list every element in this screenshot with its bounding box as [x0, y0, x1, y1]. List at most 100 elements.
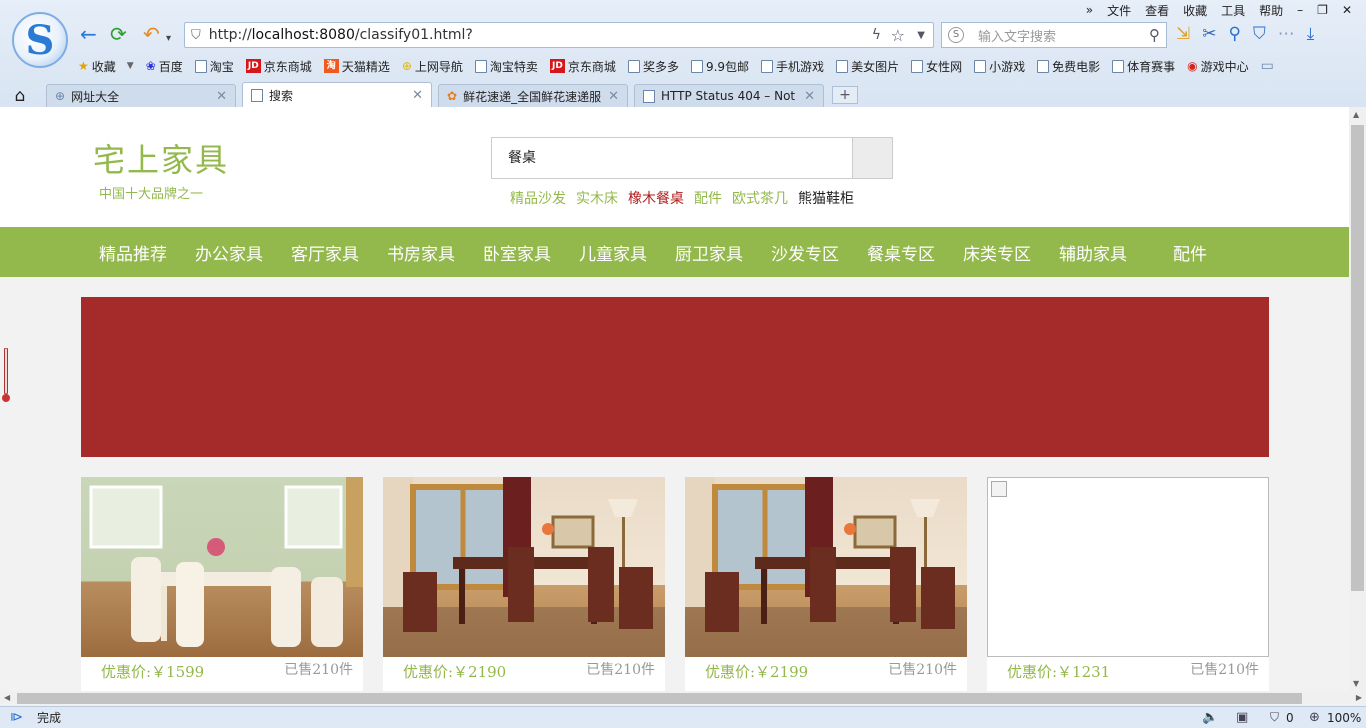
address-dropdown-icon[interactable]: ▼ — [917, 30, 925, 41]
bookmark-baidu[interactable]: ❀ 百度 — [146, 58, 183, 75]
close-tab-icon[interactable]: ✕ — [608, 89, 619, 104]
nav-item[interactable]: 客厅家具 — [291, 240, 359, 265]
tab-404[interactable]: HTTP Status 404 – Not ✕ — [634, 84, 824, 107]
product-card[interactable]: 优惠价:￥2190 已售210件 — [383, 477, 665, 691]
nav-item[interactable]: 厨卫家具 — [675, 240, 743, 265]
cut-tool-icon[interactable]: ✂ — [1202, 24, 1216, 44]
nav-item[interactable]: 精品推荐 — [99, 240, 167, 265]
scroll-down-icon[interactable]: ▼ — [1353, 679, 1359, 688]
hot-keyword[interactable]: 实木床 — [576, 188, 618, 208]
nav-item[interactable]: 沙发专区 — [771, 240, 839, 265]
product-image[interactable] — [685, 477, 967, 657]
nav-item[interactable]: 办公家具 — [195, 240, 263, 265]
browser-search-box[interactable]: S 输入文字搜索 ⚲ — [941, 22, 1167, 48]
bookmark-9-9[interactable]: 9.9包邮 — [690, 58, 749, 75]
horizontal-scrollbar[interactable]: ◀ ▶ — [0, 691, 1366, 706]
restore-icon[interactable]: ❐ — [1317, 3, 1328, 17]
site-search-button[interactable] — [852, 138, 892, 178]
nav-item[interactable]: 辅助家具 — [1059, 240, 1127, 265]
sidebar-toggle-icon[interactable]: ⧐ — [10, 710, 23, 725]
bookmark-jd[interactable]: JD 京东商城 — [245, 58, 312, 75]
vertical-scroll-thumb[interactable] — [1351, 125, 1364, 591]
menu-view[interactable]: 查看 — [1145, 2, 1169, 19]
menu-file[interactable]: 文件 — [1107, 2, 1131, 19]
undo-close-icon[interactable]: ↶ — [143, 24, 160, 44]
bookmark-taobao-sale[interactable]: 淘宝特卖 — [474, 58, 538, 75]
hot-keyword[interactable]: 橡木餐桌 — [628, 188, 684, 208]
product-image[interactable] — [383, 477, 665, 657]
nav-item[interactable]: 卧室家具 — [483, 240, 551, 265]
bookmark-pictures[interactable]: 美女图片 — [836, 58, 899, 75]
scroll-right-icon[interactable]: ▶ — [1356, 693, 1362, 702]
bookmark-jiangduoduo[interactable]: 奖多多 — [627, 58, 679, 75]
menu-more-icon[interactable]: » — [1086, 3, 1093, 17]
close-tab-icon[interactable]: ✕ — [804, 89, 815, 104]
hot-keyword[interactable]: 熊猫鞋柜 — [798, 188, 854, 208]
bookmark-sports[interactable]: 体育赛事 — [1112, 58, 1175, 75]
search-icon[interactable]: ⚲ — [1149, 26, 1160, 44]
nav-item[interactable]: 书房家具 — [387, 240, 455, 265]
search-engine-icon[interactable]: S — [948, 27, 964, 43]
tab-search[interactable]: 搜索 ✕ — [242, 82, 432, 107]
bookmark-navigation[interactable]: ⊕ 上网导航 — [402, 58, 463, 75]
bookmark-game-center[interactable]: ◉ 游戏中心 — [1187, 58, 1249, 75]
home-icon[interactable]: ⌂ — [0, 84, 40, 107]
bookmark-mobile-games[interactable]: 手机游戏 — [761, 58, 824, 75]
nav-item[interactable]: 餐桌专区 — [867, 240, 935, 265]
minimize-icon[interactable]: – — [1297, 3, 1303, 17]
bookmark-tmall[interactable]: 淘天猫精选 — [323, 58, 390, 75]
bookmark-taobao[interactable]: 淘宝 — [194, 58, 234, 75]
new-tab-button[interactable]: + — [832, 86, 858, 104]
site-search-input[interactable]: 餐桌 — [492, 138, 852, 178]
hot-keyword[interactable]: 配件 — [694, 188, 722, 208]
site-logo[interactable]: 宅上家具 中国十大品牌之一 — [93, 135, 229, 202]
horizontal-scroll-thumb[interactable] — [17, 693, 1302, 704]
nav-item[interactable]: 儿童家具 — [579, 240, 647, 265]
close-tab-icon[interactable]: ✕ — [412, 88, 423, 103]
menu-tools[interactable]: 工具 — [1221, 2, 1245, 19]
product-card[interactable]: 优惠价:￥2199 已售210件 — [685, 477, 967, 691]
bookmark-favorites[interactable]: ★ 收藏 ▼ — [78, 58, 134, 75]
address-url[interactable]: http://localhost:8080/classify01.html? — [209, 27, 473, 43]
scroll-left-icon[interactable]: ◀ — [4, 693, 10, 702]
star-favorite-icon[interactable]: ☆ — [891, 26, 905, 45]
volume-icon[interactable]: 🔈 — [1202, 710, 1218, 725]
vertical-scrollbar[interactable]: ▲ ▼ — [1349, 107, 1366, 691]
product-image[interactable] — [81, 477, 363, 657]
bookmark-movies[interactable]: 免费电影 — [1037, 58, 1100, 75]
promo-banner[interactable] — [81, 297, 1269, 457]
login-icon[interactable]: ⇲ — [1176, 24, 1190, 44]
menu-help[interactable]: 帮助 — [1259, 2, 1283, 19]
bookmark-jd-2[interactable]: JD 京东商城 — [549, 58, 616, 75]
lightning-icon[interactable]: ϟ — [872, 27, 881, 43]
search-tool-icon[interactable]: ⚲ — [1229, 24, 1241, 44]
bookmark-women[interactable]: 女性网 — [911, 58, 962, 75]
tab-url-directory[interactable]: ⊕ 网址大全 ✕ — [46, 84, 236, 107]
shield-tool-icon[interactable]: ⛉ — [1253, 24, 1266, 44]
back-arrow-icon[interactable]: ← — [80, 24, 97, 44]
product-image-broken[interactable] — [987, 477, 1269, 657]
more-options-icon[interactable]: ⋯ — [1278, 24, 1295, 44]
browser-logo-icon[interactable]: S — [12, 12, 68, 68]
nav-item[interactable]: 配件 — [1173, 240, 1207, 265]
bookmark-folder-icon[interactable]: ▭ — [1261, 58, 1274, 74]
menu-favorites[interactable]: 收藏 — [1183, 2, 1207, 19]
product-card[interactable]: 优惠价:￥1599 已售210件 — [81, 477, 363, 691]
address-bar[interactable]: ⛉ http://localhost:8080/classify01.html?… — [184, 22, 934, 48]
zoom-level[interactable]: 100% — [1327, 711, 1361, 725]
download-icon[interactable]: ⤓ — [1307, 24, 1315, 44]
screenshot-icon[interactable]: ▣ — [1236, 710, 1248, 725]
hot-keyword[interactable]: 欧式茶几 — [732, 188, 788, 208]
product-card[interactable]: 优惠价:￥1231 已售210件 — [987, 477, 1269, 691]
nav-item[interactable]: 床类专区 — [963, 240, 1031, 265]
close-window-icon[interactable]: ✕ — [1342, 3, 1352, 17]
undo-dropdown-icon[interactable]: ▾ — [166, 29, 171, 49]
bookmark-small-games[interactable]: 小游戏 — [974, 58, 1025, 75]
tab-flower-delivery[interactable]: ✿ 鲜花速递_全国鲜花速递服 ✕ — [438, 84, 628, 107]
hot-keyword[interactable]: 精品沙发 — [510, 188, 566, 208]
shield-icon[interactable]: ⛉ — [1270, 710, 1279, 725]
close-tab-icon[interactable]: ✕ — [216, 89, 227, 104]
zoom-icon[interactable]: ⊕ — [1309, 710, 1320, 725]
refresh-icon[interactable]: ⟳ — [110, 24, 127, 44]
scroll-up-icon[interactable]: ▲ — [1353, 110, 1359, 119]
